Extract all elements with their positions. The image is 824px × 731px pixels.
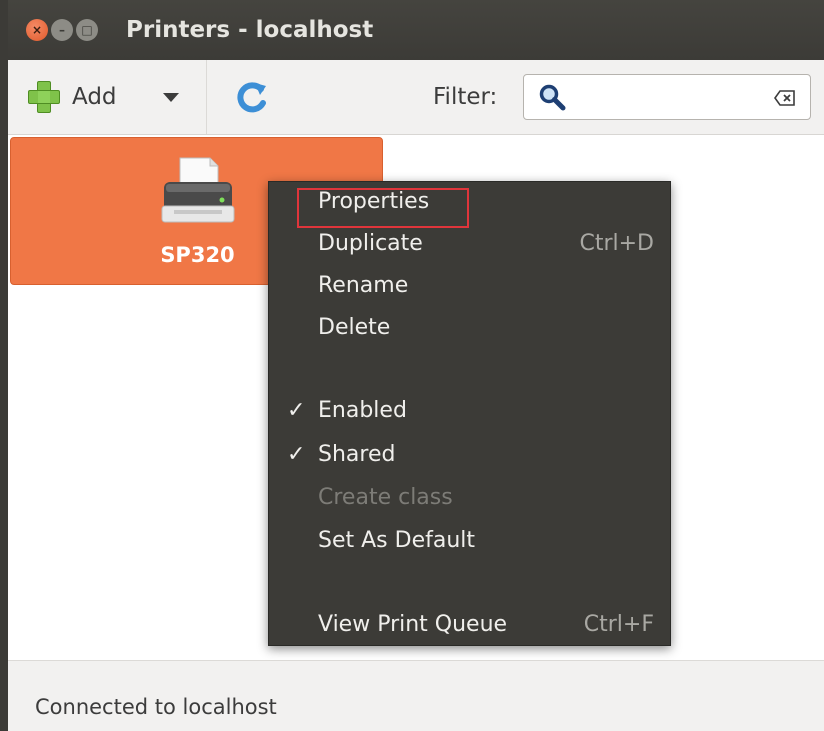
chevron-down-icon[interactable] xyxy=(163,93,179,102)
menu-item-label: Duplicate xyxy=(318,231,423,256)
menu-item-label: Delete xyxy=(318,315,391,340)
window-left-edge xyxy=(0,0,8,731)
status-bar: Connected to localhost xyxy=(8,660,824,731)
menu-item-shortcut: Ctrl+F xyxy=(583,612,654,637)
refresh-icon[interactable] xyxy=(234,80,270,116)
menu-item-duplicate[interactable]: Duplicate Ctrl+D xyxy=(269,227,672,263)
menu-item-enabled[interactable]: ✓ Enabled xyxy=(269,394,672,430)
menu-item-rename[interactable]: Rename xyxy=(269,269,672,305)
clear-icon[interactable] xyxy=(774,90,796,106)
menu-item-label: Set As Default xyxy=(318,528,476,553)
window-title: Printers - localhost xyxy=(126,17,374,43)
menu-item-create-class: Create class xyxy=(269,481,672,517)
status-text: Connected to localhost xyxy=(35,695,277,719)
menu-item-shortcut: Ctrl+D xyxy=(579,231,654,256)
menu-item-set-as-default[interactable]: Set As Default xyxy=(269,524,672,560)
toolbar: Add Filter: xyxy=(8,60,824,135)
menu-item-label: View Print Queue xyxy=(318,612,508,637)
menu-item-label: Properties xyxy=(318,189,430,214)
menu-item-view-print-queue[interactable]: View Print Queue Ctrl+F xyxy=(269,608,672,644)
menu-item-label: Rename xyxy=(318,273,409,298)
checkmark-icon: ✓ xyxy=(287,398,306,423)
add-button[interactable]: Add xyxy=(26,76,117,118)
title-bar: × – □ Printers - localhost xyxy=(8,0,824,60)
search-icon xyxy=(539,84,566,111)
menu-item-label: Enabled xyxy=(318,398,407,423)
maximize-window-button[interactable]: □ xyxy=(76,19,98,41)
filter-input[interactable] xyxy=(523,74,811,120)
menu-item-delete[interactable]: Delete xyxy=(269,311,672,347)
toolbar-separator xyxy=(206,60,207,134)
filter-label: Filter: xyxy=(433,84,498,110)
menu-item-label: Create class xyxy=(318,485,453,510)
close-window-button[interactable]: × xyxy=(26,19,48,41)
menu-item-label: Shared xyxy=(318,442,396,467)
printer-icon xyxy=(161,157,235,223)
menu-item-shared[interactable]: ✓ Shared xyxy=(269,438,672,474)
minimize-window-button[interactable]: – xyxy=(51,19,73,41)
menu-item-properties[interactable]: Properties xyxy=(269,185,672,228)
checkmark-icon: ✓ xyxy=(287,442,306,467)
add-button-label: Add xyxy=(72,84,117,110)
green-plus-icon xyxy=(26,79,62,115)
context-menu: Properties Duplicate Ctrl+D Rename Delet… xyxy=(268,181,671,646)
